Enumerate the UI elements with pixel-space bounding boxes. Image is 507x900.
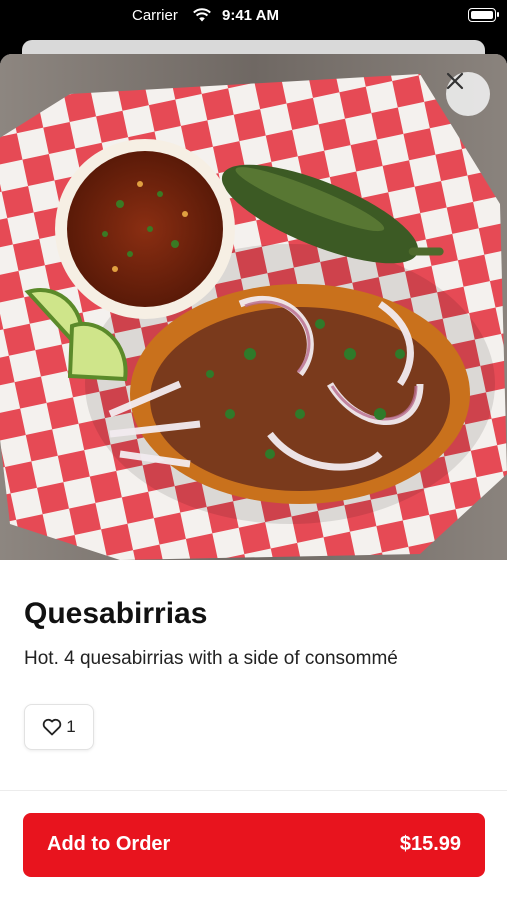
battery-icon [468,8,499,22]
add-to-order-button[interactable]: Add to Order $15.99 [23,813,485,877]
item-description: Hot. 4 quesabirrias with a side of conso… [24,648,398,669]
item-title: Quesabirrias [24,597,208,630]
close-icon [446,72,464,90]
item-detail-sheet: Quesabirrias Hot. 4 quesabirrias with a … [0,54,507,900]
wifi-icon [193,8,211,22]
order-price: $15.99 [399,833,461,855]
like-count: 1 [66,717,76,736]
carrier-label: Carrier [132,7,178,24]
item-photo [0,54,507,560]
close-button[interactable] [446,72,490,116]
heart-icon [43,718,62,736]
clock: 9:41 AM [222,7,279,24]
add-to-order-label: Add to Order [47,833,171,855]
status-bar: Carrier 9:41 AM [0,0,507,32]
order-footer: Add to Order $15.99 [0,790,507,900]
like-button[interactable]: 1 [24,704,94,750]
food-photo-illustration [0,54,507,560]
